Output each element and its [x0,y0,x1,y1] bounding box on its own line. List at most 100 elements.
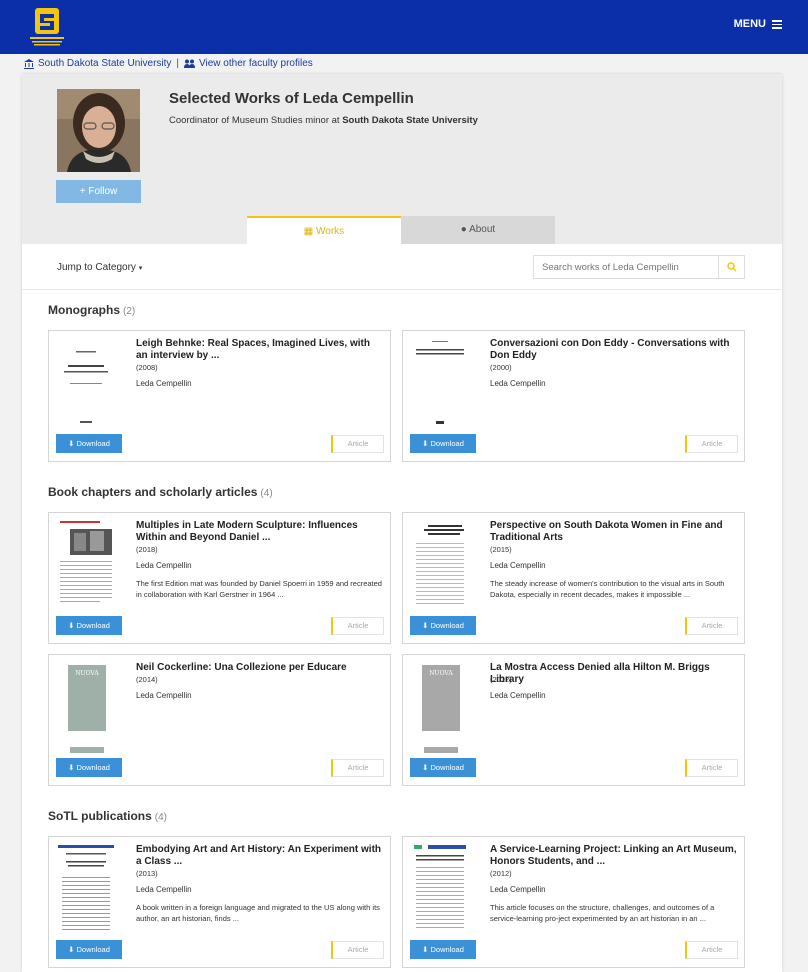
download-icon: ⬇ [422,945,429,954]
grid-icon: ▦ [303,226,314,237]
page-title: Selected Works of Leda Cempellin [169,90,414,107]
work-title[interactable]: La Mostra Access Denied alla Hilton M. B… [490,662,738,686]
work-author[interactable]: Leda Cempellin [136,691,192,700]
menu-label: MENU [733,18,766,31]
work-title[interactable]: Embodying Art and Art History: An Experi… [136,844,384,868]
search-icon [726,262,737,272]
jump-label: Jump to Category [57,262,136,273]
hamburger-icon [772,18,782,31]
section-title: Book chapters and scholarly articles (4) [48,485,273,499]
top-navbar: MENU [0,0,808,54]
search-input[interactable] [534,256,718,278]
section-count: (2) [123,306,136,317]
work-title[interactable]: A Service-Learning Project: Linking an A… [490,844,738,868]
institution-link[interactable]: South Dakota State University [24,58,171,69]
institution-icon [24,58,34,69]
work-author[interactable]: Leda Cempellin [490,885,546,894]
search-button[interactable] [718,256,744,278]
menu-button[interactable]: MENU [734,18,782,31]
work-thumbnail[interactable] [410,337,470,431]
breadcrumb: South Dakota State University | View oth… [24,58,313,69]
work-title[interactable]: Leigh Behnke: Real Spaces, Imagined Live… [136,338,384,362]
download-button[interactable]: ⬇ Download [56,434,122,453]
download-button[interactable]: ⬇ Download [56,940,122,959]
work-description: A book written in a foreign language and… [136,903,380,923]
other-profiles-label: View other faculty profiles [199,58,313,69]
work-year: (2000) [490,363,512,372]
download-label: Download [430,763,464,772]
section-name: SoTL publications [48,809,152,823]
download-label: Download [76,945,110,954]
work-year: (2014) [136,675,158,684]
work-author[interactable]: Leda Cempellin [136,379,192,388]
tab-works[interactable]: ▦ Works [247,216,401,244]
caret-down-icon: ▾ [138,265,143,272]
other-profiles-link[interactable]: View other faculty profiles [184,58,313,69]
download-label: Download [76,439,110,448]
work-description: This article focuses on the structure, c… [490,903,715,923]
section-name: Monographs [48,303,120,317]
download-label: Download [76,763,110,772]
work-thumbnail[interactable]: NUOVA [410,661,470,755]
download-label: Download [430,439,464,448]
work-title[interactable]: Neil Cockerline: Una Collezione per Educ… [136,662,384,674]
work-card: NUOVA La Mostra Access Denied alla Hilto… [402,654,745,786]
cover-text: NUOVA [75,670,99,677]
work-thumbnail[interactable] [410,843,470,937]
cover-text: NUOVA [429,670,453,677]
university-logo[interactable] [26,6,68,48]
work-thumbnail[interactable] [56,843,116,937]
work-thumbnail[interactable] [56,519,116,613]
download-button[interactable]: ⬇ Download [410,758,476,777]
work-thumbnail[interactable]: NUOVA [56,661,116,755]
download-button[interactable]: ⬇ Download [56,616,122,635]
role-text: Coordinator of Museum Studies minor at [169,115,340,126]
role-institution: South Dakota State University [342,115,478,126]
work-year: (2018) [136,545,158,554]
download-label: Download [76,621,110,630]
work-year: (2008) [136,363,158,372]
section-name: Book chapters and scholarly articles [48,485,258,499]
work-type-badge: Article [685,617,738,635]
download-icon: ⬇ [422,439,429,448]
section-title: SoTL publications (4) [48,809,167,823]
profile-subtitle: Coordinator of Museum Studies minor at S… [169,115,478,126]
work-author[interactable]: Leda Cempellin [490,691,546,700]
jump-to-category-dropdown[interactable]: Jump to Category ▾ [57,262,142,273]
download-icon: ⬇ [68,763,75,772]
work-card: Embodying Art and Art History: An Experi… [48,836,391,968]
work-type-badge: Article [685,435,738,453]
download-label: Download [430,621,464,630]
work-card: Conversazioni con Don Eddy - Conversatio… [402,330,745,462]
work-title[interactable]: Multiples in Late Modern Sculpture: Infl… [136,520,384,544]
work-card: Multiples in Late Modern Sculpture: Infl… [48,512,391,644]
download-button[interactable]: ⬇ Download [56,758,122,777]
work-thumbnail[interactable] [410,519,470,613]
avatar [57,89,140,172]
work-year: (2012) [490,675,512,684]
tab-about-label: About [469,224,496,235]
breadcrumb-separator: | [176,58,180,69]
section-count: (4) [260,488,273,499]
work-type-badge: Article [331,617,384,635]
work-author[interactable]: Leda Cempellin [136,885,192,894]
tab-about[interactable]: ● About [401,216,555,244]
section-count: (4) [154,812,168,823]
work-author[interactable]: Leda Cempellin [136,561,192,570]
download-icon: ⬇ [68,621,75,630]
work-title[interactable]: Conversazioni con Don Eddy - Conversatio… [490,338,738,362]
work-type-badge: Article [331,759,384,777]
work-author[interactable]: Leda Cempellin [490,379,546,388]
work-card: NUOVA Neil Cockerline: Una Collezione pe… [48,654,391,786]
divider [22,289,782,290]
follow-button[interactable]: + Follow [56,180,141,203]
work-thumbnail[interactable] [56,337,116,431]
work-type-badge: Article [331,941,384,959]
download-button[interactable]: ⬇ Download [410,940,476,959]
download-button[interactable]: ⬇ Download [410,434,476,453]
work-card: Perspective on South Dakota Women in Fin… [402,512,745,644]
work-title[interactable]: Perspective on South Dakota Women in Fin… [490,520,738,544]
download-button[interactable]: ⬇ Download [410,616,476,635]
users-icon [184,59,196,68]
work-author[interactable]: Leda Cempellin [490,561,546,570]
